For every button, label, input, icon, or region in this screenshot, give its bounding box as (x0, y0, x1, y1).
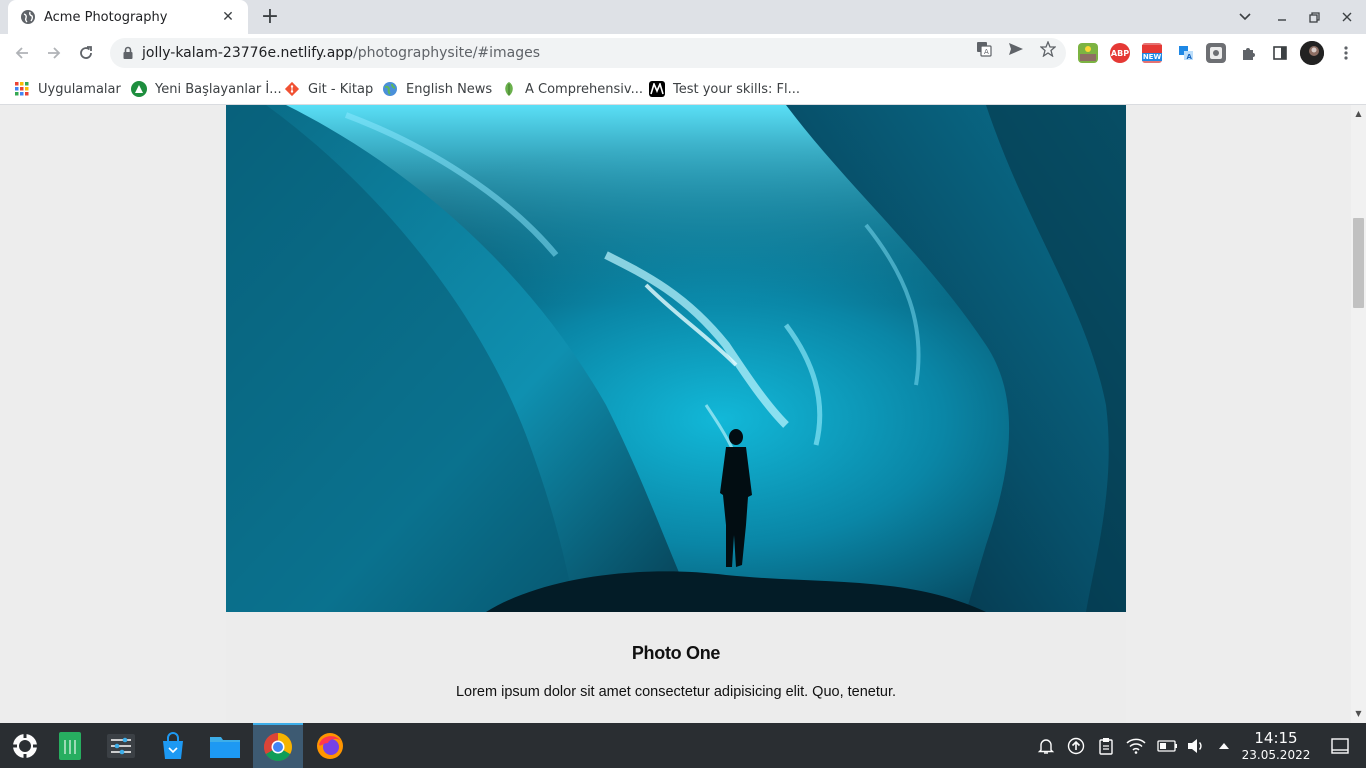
bookmark-label: Git - Kitap (308, 81, 374, 97)
page-scrollbar[interactable]: ▲ ▼ (1351, 105, 1366, 723)
bookmark-star-icon[interactable] (1040, 41, 1056, 57)
bookmark-english-news[interactable]: English News (382, 79, 492, 99)
lock-icon[interactable] (120, 45, 136, 61)
tab-acme-photography[interactable]: Acme Photography ✕ (8, 0, 248, 34)
svg-text:A: A (1187, 53, 1193, 61)
apps-grid-icon (14, 81, 30, 97)
extension-new-icon[interactable]: NEW (1141, 43, 1163, 63)
scroll-up-arrow-icon[interactable]: ▲ (1351, 107, 1366, 121)
browser-menu-icon[interactable] (1336, 43, 1356, 63)
file-manager-icon[interactable] (200, 723, 250, 768)
url-text[interactable]: jolly-kalam-23776e.netlify.app/photograp… (142, 45, 540, 61)
git-icon (284, 81, 300, 97)
extensions-puzzle-icon[interactable] (1238, 43, 1258, 63)
scroll-thumb[interactable] (1353, 218, 1364, 308)
updates-icon[interactable] (1066, 736, 1086, 756)
software-store-icon[interactable] (148, 723, 198, 768)
side-panel-icon[interactable] (1270, 43, 1290, 63)
bookmarks-bar: Uygulamalar Yeni Başlayanlar İ... Git - … (0, 72, 1366, 105)
tray-expand-arrow-icon[interactable] (1214, 736, 1234, 756)
web-page: Photo One Lorem ipsum dolor sit amet con… (0, 105, 1351, 723)
bookmark-comprehensive[interactable]: A Comprehensiv... (501, 79, 643, 99)
bookmark-label: Yeni Başlayanlar İ... (155, 81, 282, 97)
clipboard-icon[interactable] (1096, 736, 1116, 756)
extension-gray-icon[interactable] (1206, 43, 1226, 63)
app-launcher-icon[interactable] (0, 723, 50, 768)
browser-toolbar: jolly-kalam-23776e.netlify.app/photograp… (0, 34, 1366, 72)
photo-description: Lorem ipsum dolor sit amet consectetur a… (455, 684, 897, 700)
bookmark-label: Uygulamalar (38, 81, 121, 97)
new-tab-button[interactable]: + (258, 6, 282, 30)
globe-icon (382, 81, 398, 97)
battery-icon[interactable] (1156, 736, 1180, 756)
tab-strip: Acme Photography ✕ + (0, 0, 1366, 34)
bookmark-git-kitap[interactable]: Git - Kitap (284, 79, 373, 99)
photo-card: Photo One Lorem ipsum dolor sit amet con… (226, 105, 1126, 723)
volume-icon[interactable] (1186, 736, 1206, 756)
back-arrow-icon[interactable] (8, 39, 36, 67)
tab-title: Acme Photography (44, 9, 168, 25)
bookmark-yeni-baslayanlar[interactable]: Yeni Başlayanlar İ... (131, 79, 282, 99)
google-translate-icon[interactable]: A (1176, 43, 1196, 63)
reload-icon[interactable] (72, 39, 100, 67)
show-desktop-icon[interactable] (1330, 736, 1350, 756)
new-badge: NEW (1141, 53, 1163, 61)
wifi-icon[interactable] (1126, 736, 1146, 756)
close-window-icon[interactable] (1331, 0, 1363, 34)
translate-icon[interactable]: A (976, 41, 992, 57)
restore-icon[interactable] (1298, 0, 1330, 34)
leaf-green-icon (131, 81, 147, 97)
tab-close-icon[interactable]: ✕ (220, 9, 236, 25)
clock-time[interactable]: 14:15 (1240, 729, 1312, 747)
notifications-bell-icon[interactable] (1036, 736, 1056, 756)
globe-icon (20, 9, 36, 25)
leaf-icon (501, 81, 517, 97)
photo-title: Photo One (631, 643, 721, 663)
bookmark-test-your-skills[interactable]: Test your skills: Fl... (649, 79, 800, 99)
abp-label: ABP (1110, 48, 1130, 58)
send-icon[interactable] (1008, 41, 1024, 57)
profile-avatar[interactable] (1300, 41, 1324, 65)
system-settings-icon[interactable] (96, 723, 146, 768)
url-host: jolly-kalam-23776e.netlify.app (142, 45, 354, 61)
bookmark-label: English News (406, 81, 493, 97)
adblock-plus-icon[interactable]: ABP (1110, 43, 1130, 63)
tab-search-chevron-icon[interactable] (1229, 0, 1261, 34)
chrome-app-icon[interactable] (253, 723, 303, 768)
bookmark-label: A Comprehensiv... (525, 81, 643, 97)
forward-arrow-icon[interactable] (40, 39, 68, 67)
extension-game-icon[interactable] (1078, 43, 1098, 63)
address-bar[interactable]: jolly-kalam-23776e.netlify.app/photograp… (110, 38, 1066, 68)
url-path: /photographysite/#images (353, 45, 541, 61)
minimize-icon[interactable] (1266, 0, 1298, 34)
taskbar (0, 723, 1366, 768)
scroll-down-arrow-icon[interactable]: ▼ (1351, 707, 1366, 721)
svg-text:A: A (984, 48, 989, 56)
bookmark-uygulamalar[interactable]: Uygulamalar (14, 79, 121, 99)
clock-date[interactable]: 23.05.2022 (1240, 748, 1312, 762)
bookmark-label: Test your skills: Fl... (673, 81, 801, 97)
mdn-icon (649, 81, 665, 97)
ice-cave-photo (226, 105, 1126, 612)
firefox-app-icon[interactable] (305, 723, 355, 768)
spreadsheet-app-icon[interactable] (45, 723, 95, 768)
